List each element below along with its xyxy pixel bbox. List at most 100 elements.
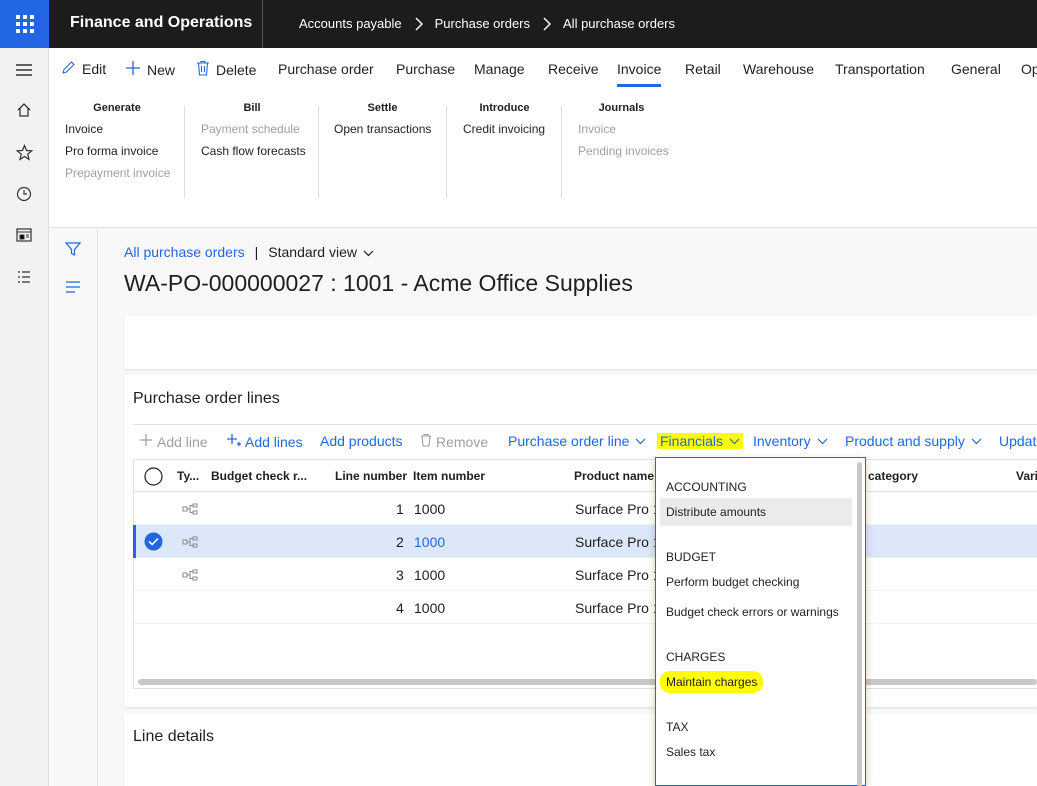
item-number-cell[interactable]: 1000 [414, 600, 445, 616]
tab-invoice[interactable]: Invoice [617, 61, 662, 87]
action-prepayment-invoice[interactable]: Prepayment invoice [65, 166, 175, 180]
tab-receive[interactable]: Receive [548, 61, 599, 77]
star-icon[interactable] [14, 142, 34, 162]
all-purchase-orders-link[interactable]: All purchase orders [124, 244, 245, 260]
tab-warehouse[interactable]: Warehouse [743, 61, 814, 77]
tab-transportation[interactable]: Transportation [835, 61, 925, 77]
clock-icon[interactable] [14, 184, 34, 204]
column-variant[interactable]: Vari [1016, 469, 1037, 483]
line-details-card: Line details [124, 714, 1037, 786]
breadcrumb-purchase-orders[interactable]: Purchase orders [435, 16, 530, 31]
product-name-cell[interactable]: Surface Pro 1 [575, 534, 661, 550]
remove-button[interactable]: Remove [420, 433, 488, 450]
lines-grid: Ty... Budget check r... Line number Item… [133, 459, 1037, 689]
remove-label: Remove [436, 433, 489, 450]
app-launcher-button[interactable] [0, 0, 49, 48]
inventory-label: Inventory [753, 433, 811, 449]
delete-button[interactable]: Delete [196, 60, 256, 79]
add-lines-button[interactable]: Add lines [226, 433, 303, 450]
column-product-name[interactable]: Product name [574, 469, 654, 483]
item-number-cell[interactable]: 1000 [414, 534, 445, 550]
action-invoice-journal[interactable]: Invoice [578, 122, 678, 136]
breadcrumb-all-purchase-orders[interactable]: All purchase orders [563, 16, 675, 31]
group-generate: Generate Invoice Pro forma invoice Prepa… [65, 102, 175, 180]
edit-label: Edit [82, 61, 107, 77]
product-and-supply-menu[interactable]: Product and supply [845, 433, 982, 449]
table-row[interactable]: 2 1000 Surface Pro 1 [133, 525, 1037, 558]
menu-item-maintain-charges[interactable]: Maintain charges [660, 668, 852, 696]
new-button[interactable]: New [125, 60, 175, 79]
menu-item-budget-check-errors[interactable]: Budget check errors or warnings [660, 598, 852, 626]
purchase-order-line-menu[interactable]: Purchase order line [508, 433, 646, 449]
filter-icon[interactable] [64, 241, 82, 260]
group-title-bill: Bill [243, 102, 261, 114]
tab-manage[interactable]: Manage [474, 61, 525, 77]
add-products-button[interactable]: Add products [320, 433, 403, 449]
action-pending-invoices[interactable]: Pending invoices [578, 144, 678, 158]
group-introduce: Introduce Credit invoicing [463, 102, 563, 136]
tab-retail[interactable]: Retail [685, 61, 721, 77]
home-icon[interactable] [14, 100, 34, 120]
divider [133, 424, 1037, 425]
breadcrumb-separator: | [254, 244, 259, 260]
purchase-order-lines-card: Purchase order lines Add line Add lines … [124, 375, 1037, 707]
view-selector[interactable]: Standard view [268, 244, 374, 260]
lines-card-title[interactable]: Purchase order lines [133, 390, 280, 408]
table-row[interactable]: 1 1000 Surface Pro 1 [134, 492, 1037, 525]
horizontal-scrollbar[interactable] [138, 679, 1037, 685]
column-budget-check[interactable]: Budget check r... [211, 469, 307, 483]
add-multiple-icon [226, 433, 241, 450]
product-name-cell[interactable]: Surface Pro 1 [575, 501, 661, 517]
add-line-button[interactable]: Add line [139, 433, 208, 450]
row-checkbox-checked[interactable] [144, 532, 163, 554]
dropdown-scrollbar[interactable] [857, 462, 862, 786]
topbar-divider [262, 0, 263, 48]
menu-item-distribute-amounts[interactable]: Distribute amounts [660, 498, 852, 526]
financials-menu[interactable]: Financials [657, 433, 744, 449]
product-name-cell[interactable]: Surface Pro 1 [575, 567, 661, 583]
top-bar: Finance and Operations Accounts payable … [0, 0, 1037, 48]
add-lines-label: Add lines [245, 433, 303, 450]
menu-item-sales-tax[interactable]: Sales tax [660, 738, 852, 766]
table-row[interactable]: 4 1000 Surface Pro 1 [134, 591, 1037, 624]
tab-purchase[interactable]: Purchase [396, 61, 455, 77]
group-settle: Settle Open transactions [334, 102, 434, 136]
line-details-title[interactable]: Line details [133, 728, 214, 746]
inventory-menu[interactable]: Inventory [753, 433, 828, 449]
menu-icon[interactable] [14, 60, 34, 80]
header-card [124, 316, 1037, 369]
action-credit-invoicing[interactable]: Credit invoicing [463, 122, 563, 136]
column-item-number[interactable]: Item number [413, 469, 485, 483]
grid-header: Ty... Budget check r... Line number Item… [134, 460, 1037, 492]
menu-item-perform-budget-checking[interactable]: Perform budget checking [660, 568, 852, 596]
workspace-icon[interactable] [14, 225, 34, 245]
column-category[interactable]: category [868, 469, 918, 483]
select-all-checkbox[interactable] [144, 467, 163, 489]
list-icon[interactable] [14, 267, 34, 287]
chevron-down-icon [363, 244, 374, 260]
table-row[interactable]: 3 1000 Surface Pro 1 [134, 558, 1037, 591]
group-divider [184, 106, 185, 198]
related-info-icon[interactable] [65, 281, 81, 296]
tab-purchase-order[interactable]: Purchase order [278, 61, 374, 77]
breadcrumb-accounts-payable[interactable]: Accounts payable [299, 16, 402, 31]
left-navigation [0, 48, 49, 786]
tab-general[interactable]: General [951, 61, 1001, 77]
plus-icon [125, 60, 141, 79]
update-menu[interactable]: Updat [999, 433, 1036, 449]
action-open-transactions[interactable]: Open transactions [334, 122, 434, 136]
tab-options[interactable]: Op [1021, 61, 1037, 77]
action-payment-schedule[interactable]: Payment schedule [201, 122, 311, 136]
hierarchy-icon [182, 535, 198, 551]
action-pro-forma-invoice[interactable]: Pro forma invoice [65, 144, 175, 158]
action-cash-flow-forecasts[interactable]: Cash flow forecasts [201, 144, 311, 158]
edit-button[interactable]: Edit [61, 60, 106, 78]
column-type[interactable]: Ty... [177, 469, 199, 483]
action-invoice[interactable]: Invoice [65, 122, 175, 136]
product-name-cell[interactable]: Surface Pro 1 [575, 600, 661, 616]
item-number-cell[interactable]: 1000 [414, 567, 445, 583]
purchase-order-line-label: Purchase order line [508, 433, 630, 449]
column-line-number[interactable]: Line number [335, 469, 407, 483]
app-title[interactable]: Finance and Operations [70, 14, 252, 32]
item-number-cell[interactable]: 1000 [414, 501, 445, 517]
